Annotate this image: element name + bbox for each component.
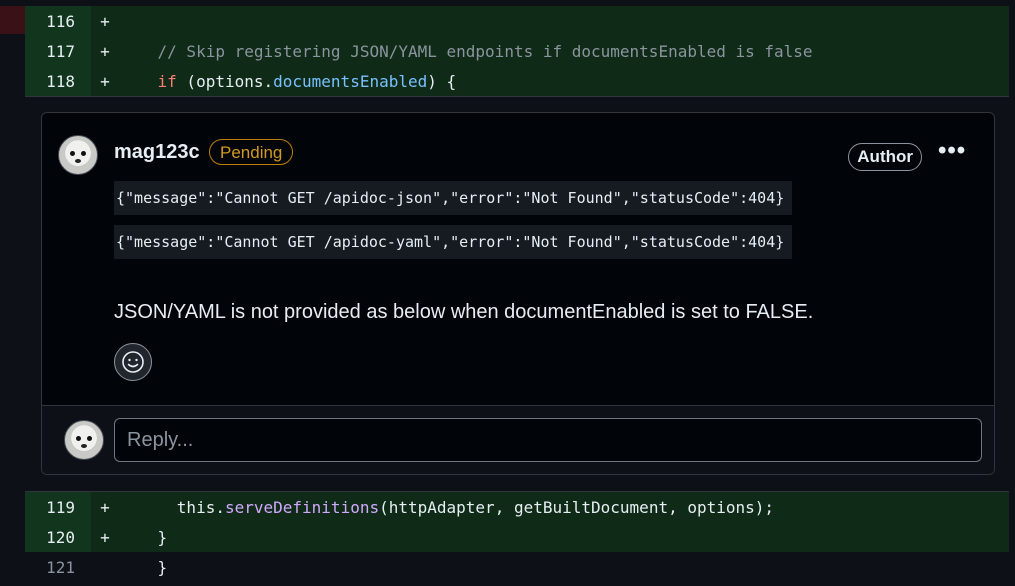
avatar[interactable] (58, 135, 98, 175)
code-text: } (119, 557, 168, 577)
code-text: } (119, 527, 168, 547)
diff-sign: + (100, 11, 110, 31)
line-number[interactable]: 117 (25, 36, 91, 66)
pending-badge: Pending (209, 139, 294, 165)
diff-line: 120 + } (25, 522, 1009, 552)
code-text: if (options.documentsEnabled) { (119, 71, 457, 91)
avatar-nose (75, 159, 81, 163)
smiley-icon (122, 351, 144, 373)
review-thread-container: mag123c Pending Author ••• {"message":"C… (25, 96, 1009, 492)
line-number[interactable]: 118 (25, 66, 91, 96)
add-reaction-button[interactable] (114, 343, 152, 381)
code-text: // Skip registering JSON/YAML endpoints … (119, 42, 813, 61)
line-number[interactable]: 116 (25, 6, 91, 36)
line-number[interactable]: 121 (25, 552, 91, 582)
code-token: ) { (427, 71, 457, 91)
diff-line: 121 } (25, 552, 1009, 582)
diff-sign: + (100, 497, 110, 517)
code-token: if (157, 71, 177, 91)
left-gutter (0, 0, 25, 586)
avatar-eye (87, 436, 92, 441)
line-number[interactable]: 120 (25, 522, 91, 552)
diff-sign: + (100, 527, 110, 547)
comment-author[interactable]: mag123c (114, 141, 200, 164)
diff-line: 116 + (25, 6, 1009, 36)
code-token: (httpAdapter, getBuiltDocument, options)… (379, 497, 775, 517)
diff-line: 118 + if (options.documentsEnabled) { (25, 66, 1009, 96)
diff-sign: + (100, 71, 110, 91)
kebab-menu-icon[interactable]: ••• (938, 139, 966, 167)
comment-body: JSON/YAML is not provided as below when … (114, 301, 814, 323)
code-line: {"message":"Cannot GET /apidoc-yaml","er… (114, 225, 793, 259)
code-token: serveDefinitions (224, 497, 380, 517)
reply-input[interactable] (114, 418, 982, 462)
avatar-eye (70, 151, 75, 156)
diff-line: 119 + this.serveDefinitions(httpAdapter, … (25, 492, 1009, 522)
gutter-marker (0, 6, 25, 34)
code-line: {"message":"Cannot GET /apidoc-json","er… (114, 181, 793, 215)
avatar-nose (81, 444, 87, 448)
code-token: this. (119, 497, 225, 517)
code-token: // Skip registering JSON/YAML endpoints … (157, 41, 813, 61)
review-comment-thread: mag123c Pending Author ••• {"message":"C… (41, 112, 995, 475)
diff-line: 117 + // Skip registering JSON/YAML endpo… (25, 36, 1009, 66)
reply-bar (42, 405, 994, 474)
code-token: } (119, 557, 168, 577)
author-role-badge: Author (848, 143, 922, 171)
line-number[interactable]: 119 (25, 492, 91, 522)
avatar-eye (76, 436, 81, 441)
code-token: documentsEnabled (273, 71, 428, 91)
avatar[interactable] (64, 420, 104, 460)
code-token: } (119, 527, 168, 547)
code-token: (options. (176, 71, 274, 91)
diff-sign: + (100, 41, 110, 61)
code-text: this.serveDefinitions(httpAdapter, getBu… (119, 498, 774, 517)
avatar-eye (81, 151, 86, 156)
